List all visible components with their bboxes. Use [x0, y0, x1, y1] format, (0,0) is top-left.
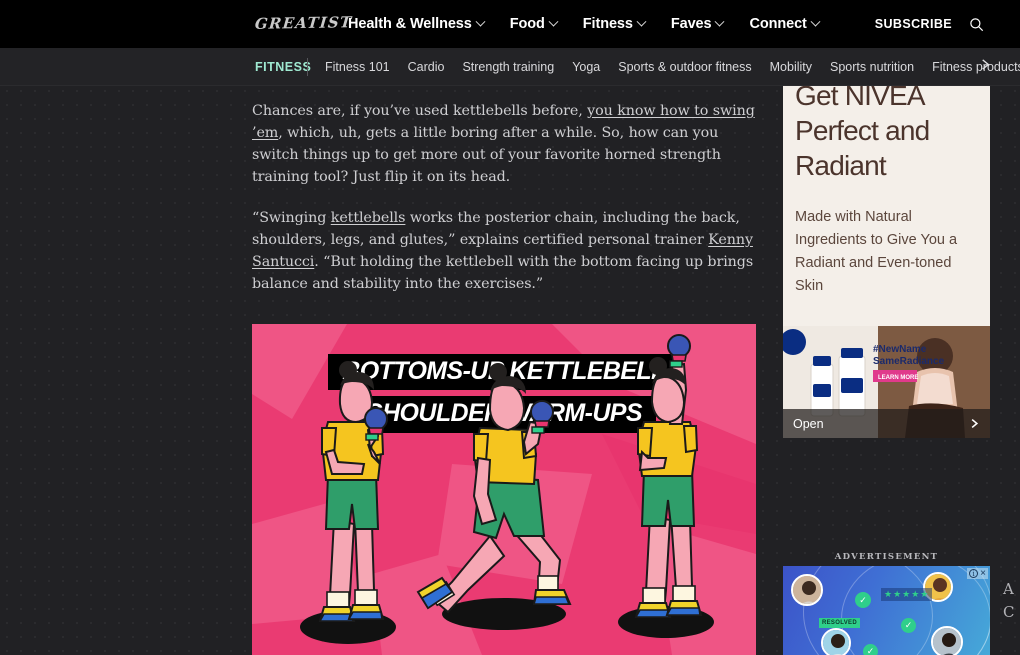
chevron-down-icon: [548, 16, 559, 27]
ad-nivea-headline: Get NIVEA Perfect and Radiant: [795, 86, 930, 181]
chevron-right-icon: [982, 58, 990, 70]
ad-hashtag-line-1: #NewName: [873, 344, 927, 355]
check-badge: ✓: [855, 592, 871, 608]
primary-nav-items: Health & Wellness Food Fitness Faves Con…: [348, 0, 821, 48]
link-kettlebells[interactable]: kettlebells: [331, 210, 406, 226]
search-icon: [970, 17, 984, 31]
subnav-item-sports-nutrition[interactable]: Sports nutrition: [830, 60, 914, 74]
ad-learn-more-label: LEARN MORE: [878, 375, 918, 381]
orbit-ring: [841, 566, 990, 655]
ad-hashtag-line-2: SameRadiance: [873, 356, 945, 367]
check-badge: ✓: [901, 618, 916, 633]
subnav-item-fitness-products[interactable]: Fitness products: [932, 60, 1020, 74]
article-paragraph-1: Chances are, if you’ve used kettlebells …: [252, 100, 757, 188]
chevron-down-icon: [715, 16, 725, 27]
nav-item-label: Food: [509, 16, 545, 32]
top-navigation-bar: GREATIST Health & Wellness Food Fitness …: [0, 0, 1020, 48]
subnav-item-sports-outdoor-fitness[interactable]: Sports & outdoor fitness: [618, 60, 751, 74]
resolved-badge: RESOLVED: [819, 618, 860, 628]
ad-nivea-body-text: Made with Natural Ingredients to Give Yo…: [795, 209, 958, 294]
check-badge: ✓: [863, 644, 878, 655]
nav-item-label: Fitness: [582, 16, 633, 32]
chevron-right-icon: [971, 418, 979, 429]
avatar: [931, 626, 963, 655]
subnav-category-fitness[interactable]: FITNESS: [255, 60, 311, 74]
avatar: [821, 628, 851, 655]
paragraph-text: . “But holding the kettlebell with the b…: [252, 254, 754, 292]
ad-nivea[interactable]: Get NIVEA Perfect and Radiant Made with …: [783, 86, 990, 438]
figure-standing: [300, 361, 396, 644]
subnav-item-mobility[interactable]: Mobility: [770, 60, 812, 74]
subscribe-button[interactable]: SUBSCRIBE: [875, 0, 952, 48]
site-logo[interactable]: GREATIST: [254, 13, 353, 33]
advertisement-label: ADVERTISEMENT: [834, 552, 939, 562]
paragraph-text: Chances are, if you’ve used kettlebells …: [252, 103, 588, 119]
ad-nivea-creative: #NewName SameRadiance LEARN MORE Open: [783, 326, 990, 438]
subnav-item-fitness-101[interactable]: Fitness 101: [325, 60, 390, 74]
figure-lunge: [416, 363, 572, 630]
nav-item-label: Health & Wellness: [348, 16, 472, 32]
ad-bottom-banner[interactable]: ✓ ✓ ✓ ★★★★★ RESOLVED i ×: [783, 566, 990, 655]
article-paragraph-2: “Swinging kettlebells works the posterio…: [252, 207, 757, 295]
subnav-next-button[interactable]: [979, 58, 992, 76]
chevron-down-icon: [475, 16, 486, 27]
nav-item-food[interactable]: Food: [509, 16, 559, 32]
close-icon[interactable]: ×: [980, 569, 986, 579]
subnav-item-cardio[interactable]: Cardio: [408, 60, 445, 74]
chevron-down-icon: [810, 16, 821, 27]
subnav-item-yoga[interactable]: Yoga: [572, 60, 600, 74]
exercise-illustration: [300, 334, 714, 644]
subnav-item-strength-training[interactable]: Strength training: [462, 60, 554, 74]
paragraph-text: , which, uh, gets a little boring after …: [252, 125, 721, 185]
page-root: GREATIST Health & Wellness Food Fitness …: [0, 0, 1020, 655]
paragraph-text: “Swinging: [252, 210, 331, 226]
avatar: [791, 574, 823, 606]
nav-item-connect[interactable]: Connect: [749, 16, 821, 32]
secondary-navigation-bar: FITNESS Fitness 101 Cardio Strength trai…: [0, 48, 1020, 86]
adchoices-icon[interactable]: i: [969, 569, 979, 578]
figure-overhead: [618, 334, 714, 638]
ad-nivea-open-button[interactable]: Open: [783, 409, 990, 438]
nav-item-health-wellness[interactable]: Health & Wellness: [348, 16, 486, 32]
star-rating: ★★★★★: [881, 588, 933, 601]
nav-item-label: Connect: [749, 16, 807, 32]
ad-edge-cut-text: A C: [1003, 578, 1020, 624]
chevron-down-icon: [636, 16, 647, 27]
video-thumbnail[interactable]: BOTTOMS-UP KETTLEBELL SHOULDER WARM-UPS: [252, 324, 756, 655]
ad-controls[interactable]: i ×: [967, 568, 988, 579]
edge-text-line-1: A: [1003, 580, 1014, 598]
search-button[interactable]: [969, 0, 984, 48]
subnav-divider: [307, 57, 308, 76]
nav-item-fitness[interactable]: Fitness: [582, 16, 647, 32]
subnav-items: Fitness 101 Cardio Strength training Yog…: [325, 60, 1020, 74]
nav-item-faves[interactable]: Faves: [670, 16, 725, 32]
edge-text-line-2: C: [1003, 603, 1015, 621]
ad-open-label: Open: [793, 416, 824, 431]
nav-item-label: Faves: [670, 16, 712, 32]
